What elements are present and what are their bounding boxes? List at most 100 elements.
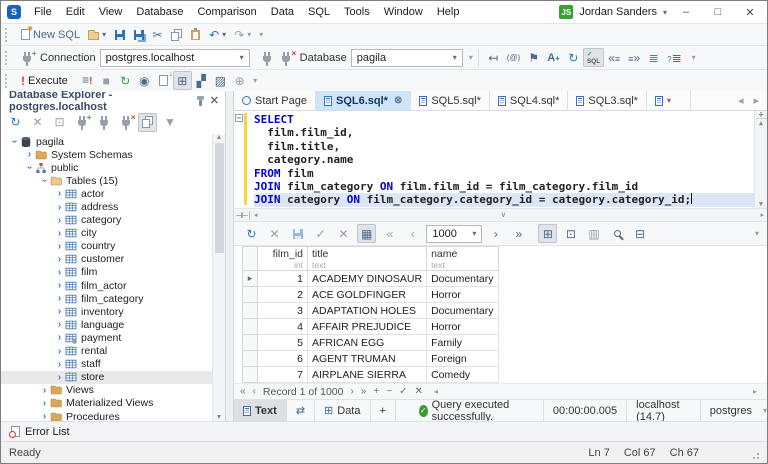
minimize-button[interactable]: –	[673, 6, 699, 18]
query-builder-button[interactable]: ▞	[192, 71, 211, 90]
chevron-icon[interactable]: ›	[54, 332, 65, 343]
tree-item-system-schemas[interactable]: › System Schemas	[1, 148, 212, 161]
cell[interactable]: Horror	[426, 286, 499, 303]
refresh-code-button[interactable]: ↻	[564, 48, 583, 67]
chevron-icon[interactable]: ›	[54, 241, 65, 252]
tree-item-language[interactable]: › language	[1, 318, 212, 331]
editor-vertical-scrollbar[interactable]: ÷ ▲ ▼	[754, 111, 767, 208]
explorer-refresh-button[interactable]: ↻	[6, 113, 25, 132]
card-view-button[interactable]: ⊡	[561, 224, 580, 243]
execute-script-button[interactable]: ≡!	[78, 71, 97, 90]
results-grid[interactable]: film_id int title text name text ▸ 1 ACADEMY DI…	[242, 246, 499, 383]
scroll-up-icon[interactable]: ▲	[216, 134, 223, 141]
undo-button[interactable]: ↶ ▾	[205, 25, 230, 44]
tree-item-actor[interactable]: › actor	[1, 187, 212, 200]
first-page-button[interactable]: «	[380, 224, 399, 243]
indent-decrease-button[interactable]: «≡	[604, 48, 624, 67]
database-overflow-chevron-icon[interactable]: ▾	[469, 53, 473, 62]
code-line-1[interactable]: SELECT	[254, 113, 754, 126]
explorer-delete-button[interactable]: ✕	[28, 113, 47, 132]
cell[interactable]: 4	[257, 318, 308, 335]
tab-sql3-sql-[interactable]: SQL3.sql*	[568, 91, 647, 110]
menu-window[interactable]: Window	[377, 3, 430, 21]
code-area[interactable]: SELECT film.film_id, film.title, categor…	[247, 111, 754, 208]
next-page-button[interactable]: ›	[486, 224, 505, 243]
execute-button[interactable]: ! Execute	[17, 71, 72, 90]
last-record-icon[interactable]: »	[361, 386, 367, 397]
sql-editor[interactable]: − SELECT film.film_id, film.title, categ…	[234, 111, 767, 208]
redo-button[interactable]: ↷ ▾	[230, 25, 255, 44]
chevron-icon[interactable]: ›	[54, 359, 65, 370]
results-refresh-button[interactable]: ↻	[242, 224, 261, 243]
results-cancel-button[interactable]: ✕	[265, 224, 284, 243]
swap-view-button[interactable]: ⇄	[287, 400, 316, 421]
last-page-button[interactable]: »	[509, 224, 528, 243]
toolbar-overflow-chevron-icon[interactable]: ▾	[259, 30, 263, 39]
scroll-down-icon[interactable]: ▼	[216, 414, 223, 421]
cell[interactable]: Horror	[426, 318, 499, 335]
paste-button[interactable]	[186, 25, 205, 44]
stop-button[interactable]: ■	[97, 71, 116, 90]
fold-collapse-icon[interactable]: −	[235, 114, 243, 122]
results-toolbar-overflow-chevron-icon[interactable]: ▾	[755, 229, 759, 238]
cell[interactable]: 6	[257, 350, 308, 367]
collapse-panel-chevron-icon[interactable]: ∨	[501, 210, 507, 219]
editor-toolbar-overflow-chevron-icon[interactable]: ▾	[692, 53, 696, 62]
chevron-icon[interactable]: ›	[9, 136, 20, 147]
tree-item-pagila[interactable]: › pagila	[1, 135, 212, 148]
explorer-close-icon[interactable]: ✕	[210, 94, 219, 107]
table-row[interactable]: 6 AGENT TRUMAN Foreign	[242, 350, 499, 367]
splitter-handle-icon[interactable]: ⊣⊢	[234, 210, 250, 220]
scrollbar-thumb[interactable]	[214, 143, 224, 253]
previous-page-button[interactable]: ‹	[403, 224, 422, 243]
toolbar-grip[interactable]	[5, 27, 10, 42]
tree-item-procedures[interactable]: › Procedures	[1, 410, 212, 421]
cell[interactable]: AGENT TRUMAN	[306, 350, 428, 367]
pagination-mode-button[interactable]: ▦	[357, 224, 377, 243]
column-header-film_id[interactable]: film_id int	[257, 246, 308, 271]
scroll-down-icon[interactable]: ▼	[759, 200, 763, 208]
user-name[interactable]: Jordan Sanders	[579, 6, 657, 18]
indent-increase-button[interactable]: ≡»	[624, 48, 644, 67]
tree-item-materialized-views[interactable]: › Materialized Views	[1, 397, 212, 410]
tab-sql4-sql-[interactable]: SQL4.sql*	[490, 91, 569, 110]
export-grid-button[interactable]: ⊟↗	[631, 1, 767, 243]
code-line-4[interactable]: category.name	[254, 153, 754, 166]
chevron-icon[interactable]: ›	[39, 411, 50, 421]
goto-line-button[interactable]: ↤	[484, 48, 503, 67]
tree-item-film-category[interactable]: › film_category	[1, 292, 212, 305]
tab-scroll-right-icon[interactable]: ▸	[753, 94, 759, 107]
tree-item-staff[interactable]: › staff	[1, 358, 212, 371]
explorer-disconnect-button[interactable]: ×	[116, 113, 136, 132]
execution-history-button[interactable]: ↻	[116, 71, 135, 90]
cell[interactable]: ADAPTATION HOLES	[306, 302, 428, 319]
cell[interactable]: 3	[257, 302, 308, 319]
menu-database[interactable]: Database	[129, 3, 190, 21]
tree-item-views[interactable]: › Views	[1, 384, 212, 397]
cell[interactable]: AIRPLANE SIERRA	[306, 366, 428, 383]
chevron-icon[interactable]: ›	[54, 346, 65, 357]
grid-horizontal-scrollbar[interactable]: ◂ ▸	[430, 387, 761, 396]
tab-partial[interactable]: ▾	[647, 91, 691, 110]
tree-item-payment[interactable]: › payment	[1, 331, 212, 344]
toolbar-grip[interactable]	[5, 50, 10, 65]
explorer-connect-button[interactable]	[94, 113, 113, 132]
copy-button[interactable]	[167, 25, 186, 44]
cell[interactable]: Comedy	[426, 366, 499, 383]
explorer-filter-button[interactable]: ▼	[160, 113, 180, 132]
resize-grip[interactable]	[753, 452, 759, 459]
chevron-icon[interactable]: ›	[39, 385, 50, 396]
chevron-icon[interactable]: ›	[54, 228, 65, 239]
chevron-icon[interactable]: ›	[54, 306, 65, 317]
user-avatar[interactable]: JS	[559, 5, 574, 19]
tree-item-inventory[interactable]: › inventory	[1, 305, 212, 318]
tree-item-tables-15-[interactable]: › Tables (15)	[1, 174, 212, 187]
error-list-bar[interactable]: Error List	[1, 421, 767, 441]
parameters-button[interactable]: (@)	[503, 48, 524, 67]
open-file-button[interactable]: ▾	[84, 25, 110, 44]
rollback-button[interactable]: ✕	[334, 224, 353, 243]
execute-toolbar-overflow-chevron-icon[interactable]: ▾	[253, 76, 257, 85]
execute-to-file-button[interactable]: ↓	[154, 70, 173, 90]
database-combobox[interactable]: pagila ▾	[350, 48, 463, 67]
code-line-5[interactable]: FROM film	[254, 167, 754, 180]
